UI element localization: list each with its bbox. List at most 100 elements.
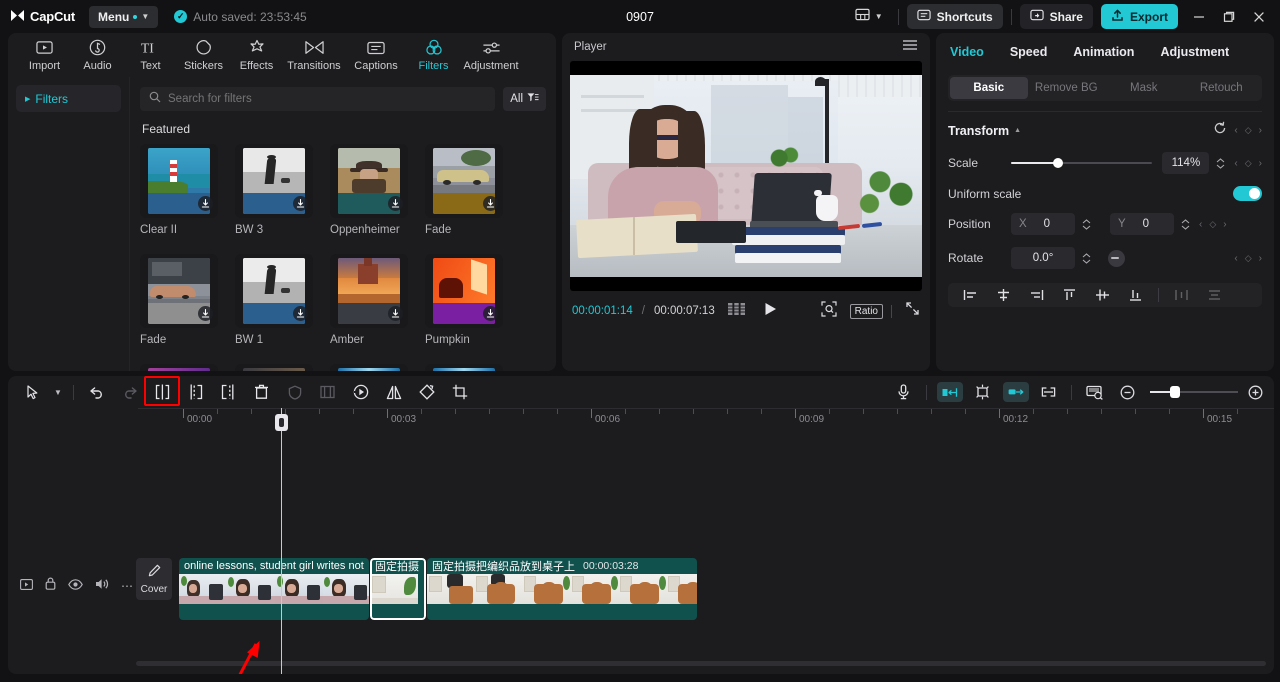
download-icon[interactable]	[198, 196, 213, 211]
filter-card[interactable]: Pumpkin	[425, 254, 503, 346]
minimize-button[interactable]	[1184, 3, 1214, 31]
volume-icon[interactable]	[95, 577, 109, 595]
keyframe-prev-icon[interactable]: ‹	[1234, 253, 1237, 264]
close-button[interactable]	[1244, 3, 1274, 31]
align-top-icon[interactable]	[1053, 284, 1086, 306]
filter-card[interactable]	[425, 364, 503, 371]
download-icon[interactable]	[483, 196, 498, 211]
scale-stepper[interactable]	[1213, 157, 1228, 169]
uniform-scale-toggle[interactable]	[1233, 186, 1262, 201]
more-options-icon[interactable]: ⋯	[121, 579, 135, 593]
nav-tab-audio[interactable]: Audio	[71, 38, 124, 72]
keyframe-add-icon[interactable]: ◇	[1209, 219, 1216, 230]
align-middle-vertical-icon[interactable]	[1086, 284, 1119, 306]
rotate-icon[interactable]	[410, 378, 443, 406]
distribute-horizontal-icon[interactable]	[1165, 284, 1198, 306]
nav-tab-text[interactable]: TI Text	[124, 38, 177, 72]
filter-card[interactable]: Clear II	[140, 144, 218, 236]
slider-knob[interactable]	[1053, 158, 1063, 168]
maximize-button[interactable]	[1214, 3, 1244, 31]
tab-video[interactable]: Video	[950, 45, 984, 59]
search-input[interactable]	[168, 93, 487, 105]
eye-icon[interactable]	[68, 577, 83, 595]
timeline-clip[interactable]: 固定拍摄	[370, 558, 426, 620]
download-icon[interactable]	[198, 306, 213, 321]
timeline-ruler[interactable]: 00:00 00:03 00:06 00:09 00:12 00:15	[138, 408, 1274, 430]
timeline-zoom-slider[interactable]	[1150, 385, 1238, 399]
nav-tab-captions[interactable]: Captions	[345, 38, 407, 72]
slider-knob[interactable]	[1170, 386, 1180, 398]
hamburger-icon[interactable]	[902, 38, 918, 56]
position-y-stepper[interactable]	[1178, 218, 1193, 230]
rotate-value[interactable]: 0.0°	[1011, 247, 1075, 269]
zoom-out-icon[interactable]	[1111, 378, 1144, 406]
segment-retouch[interactable]: Retouch	[1183, 77, 1261, 99]
align-right-icon[interactable]	[1020, 284, 1053, 306]
trim-left-icon[interactable]	[179, 378, 212, 406]
filter-card[interactable]	[235, 364, 313, 371]
keyframe-next-icon[interactable]: ›	[1223, 219, 1226, 230]
unlink-clips-icon[interactable]	[1032, 378, 1065, 406]
category-item-filters[interactable]: ▶ Filters	[16, 85, 121, 112]
filter-card[interactable]: Oppenheimer	[330, 144, 408, 236]
nav-tab-stickers[interactable]: Stickers	[177, 38, 230, 72]
filter-card[interactable]: Fade	[425, 144, 503, 236]
filter-card[interactable]: BW 1	[235, 254, 313, 346]
zoom-in-icon[interactable]	[1244, 378, 1266, 406]
menu-button[interactable]: Menu ▼	[89, 5, 159, 28]
select-cursor-icon[interactable]	[16, 378, 49, 406]
filter-card[interactable]: Fade	[140, 254, 218, 346]
tab-adjustment[interactable]: Adjustment	[1160, 45, 1229, 59]
align-bottom-icon[interactable]	[1119, 284, 1152, 306]
filter-all-button[interactable]: All	[503, 87, 546, 111]
rotate-stepper[interactable]	[1079, 252, 1094, 264]
video-track-icon[interactable]	[20, 577, 33, 595]
snap-magnet-icon[interactable]	[966, 378, 999, 406]
keyframe-next-icon[interactable]: ›	[1259, 125, 1262, 136]
crop-icon[interactable]	[443, 378, 476, 406]
download-icon[interactable]	[483, 306, 498, 321]
nav-tab-filters[interactable]: Filters	[407, 38, 460, 72]
keyframe-prev-icon[interactable]: ‹	[1234, 125, 1237, 136]
keyframe-prev-icon[interactable]: ‹	[1199, 219, 1202, 230]
fit-to-screen-icon[interactable]	[821, 300, 837, 322]
split-button[interactable]	[144, 376, 180, 406]
position-x-field[interactable]: X 0	[1011, 213, 1075, 235]
trim-right-icon[interactable]	[212, 378, 245, 406]
playhead-handle[interactable]	[275, 414, 288, 431]
download-icon[interactable]	[293, 196, 308, 211]
download-icon[interactable]	[388, 306, 403, 321]
filter-card[interactable]: Amber	[330, 254, 408, 346]
filter-card[interactable]	[140, 364, 218, 371]
keyframe-next-icon[interactable]: ›	[1259, 253, 1262, 264]
scale-value[interactable]: 114%	[1162, 152, 1210, 174]
tab-animation[interactable]: Animation	[1073, 45, 1134, 59]
preview-render-icon[interactable]	[1078, 378, 1111, 406]
mirror-icon[interactable]	[377, 378, 410, 406]
download-icon[interactable]	[293, 306, 308, 321]
keyframe-add-icon[interactable]: ◇	[1245, 125, 1252, 136]
nav-tab-transitions[interactable]: Transitions	[283, 38, 345, 72]
fit-timeline-button[interactable]	[933, 378, 966, 406]
nav-tab-adjustment[interactable]: Adjustment	[460, 38, 522, 72]
rotate-dial[interactable]	[1108, 249, 1125, 267]
speed-icon[interactable]	[344, 378, 377, 406]
nav-tab-import[interactable]: Import	[18, 38, 71, 72]
microphone-icon[interactable]	[887, 378, 920, 406]
keyframe-next-icon[interactable]: ›	[1259, 158, 1262, 169]
horizontal-scrollbar[interactable]	[136, 661, 1266, 666]
delete-icon[interactable]	[245, 378, 278, 406]
scale-slider[interactable]	[1011, 156, 1153, 170]
frames-icon[interactable]	[727, 302, 745, 320]
position-x-stepper[interactable]	[1079, 218, 1094, 230]
link-clips-button[interactable]	[999, 378, 1032, 406]
position-y-field[interactable]: Y 0	[1110, 213, 1174, 235]
lock-icon[interactable]	[45, 577, 56, 595]
tab-speed[interactable]: Speed	[1010, 45, 1048, 59]
search-box[interactable]	[140, 87, 496, 111]
player-stage[interactable]	[570, 61, 922, 291]
share-button[interactable]: Share	[1019, 4, 1093, 29]
align-left-icon[interactable]	[954, 284, 987, 306]
export-button[interactable]: Export	[1100, 4, 1178, 29]
play-button[interactable]	[764, 302, 777, 321]
